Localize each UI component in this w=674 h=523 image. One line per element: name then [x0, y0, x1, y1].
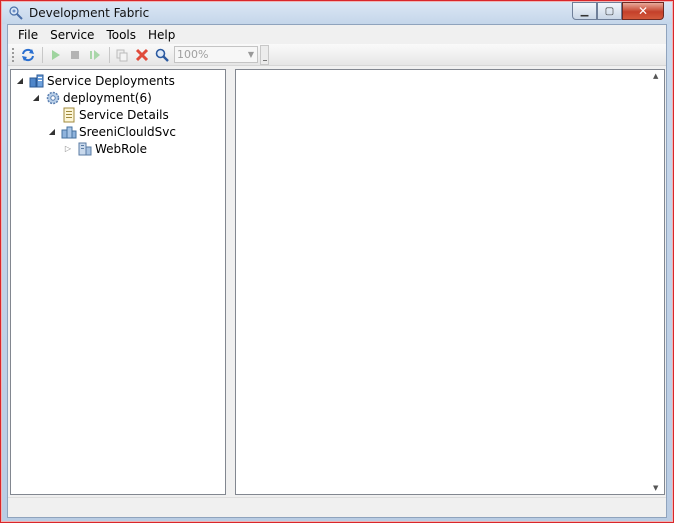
tree-label: Service Deployments	[47, 73, 175, 88]
stop-button[interactable]	[66, 46, 84, 64]
app-window: Development Fabric ▁ ▢ ✕ File Service To…	[0, 0, 674, 523]
toolbar-separator	[42, 46, 43, 63]
minimize-button[interactable]: ▁	[572, 2, 597, 20]
service-tree[interactable]: ◢ Service Deployments ◢ deployment(6) Se…	[10, 69, 226, 495]
zoom-icon	[155, 48, 169, 62]
refresh-button[interactable]	[19, 46, 37, 64]
stop-icon	[71, 50, 79, 59]
zoom-combobox[interactable]: 100% ▼	[174, 46, 258, 63]
title-bar[interactable]: Development Fabric ▁ ▢ ✕	[2, 2, 672, 24]
development-fabric-app-icon	[9, 6, 23, 20]
menu-help[interactable]: Help	[142, 27, 181, 43]
tree-label: WebRole	[95, 141, 148, 156]
toolbar-overflow-button[interactable]	[260, 44, 269, 65]
expander-expanded-icon[interactable]: ◢	[31, 93, 41, 102]
delete-button[interactable]	[133, 46, 151, 64]
menu-bar: File Service Tools Help	[8, 25, 666, 44]
restart-icon	[90, 49, 100, 60]
expander-expanded-icon[interactable]: ◢	[47, 127, 57, 136]
maximize-icon: ▢	[604, 5, 615, 17]
tree-node-deployment[interactable]: ◢ deployment(6)	[31, 89, 152, 106]
toolbar: 100% ▼	[8, 44, 666, 66]
caption-buttons: ▁ ▢ ✕	[572, 2, 664, 20]
copy-button[interactable]	[113, 46, 131, 64]
web-role-icon	[78, 142, 92, 155]
scroll-down-icon[interactable]: ▼	[653, 484, 658, 492]
document-icon	[63, 107, 75, 122]
tree-node-service-details[interactable]: Service Details	[57, 106, 169, 123]
tree-node-service-deployments[interactable]: ◢ Service Deployments	[15, 72, 175, 89]
cloud-service-icon	[61, 126, 77, 138]
zoom-button[interactable]	[153, 46, 171, 64]
status-bar	[8, 497, 666, 517]
restart-button[interactable]	[86, 46, 104, 64]
close-button[interactable]: ✕	[622, 2, 664, 20]
toolbar-grip[interactable]	[12, 47, 15, 62]
scroll-up-icon[interactable]: ▲	[653, 72, 658, 80]
vertical-scrollbar[interactable]: ▲ ▼	[650, 70, 664, 494]
detail-pane[interactable]: ▲ ▼	[235, 69, 665, 495]
refresh-icon	[22, 48, 34, 61]
deployment-gear-icon	[46, 91, 60, 104]
client-area: File Service Tools Help 100% ▼ ◢ Service…	[7, 24, 667, 518]
delete-icon	[135, 48, 149, 61]
tree-label: SreeniClouldSvc	[79, 124, 176, 139]
menu-file[interactable]: File	[12, 27, 44, 43]
tree-label: Service Details	[79, 107, 169, 122]
close-icon: ✕	[637, 4, 649, 18]
copy-icon	[116, 49, 128, 61]
tree-node-web-role[interactable]: ▷ WebRole	[63, 140, 147, 157]
menu-tools[interactable]: Tools	[100, 27, 142, 43]
minimize-icon: ▁	[580, 5, 589, 17]
tree-node-cloud-service[interactable]: ◢ SreeniClouldSvc	[47, 123, 176, 140]
expander-collapsed-icon[interactable]: ▷	[63, 144, 73, 153]
run-icon	[52, 49, 60, 60]
run-button[interactable]	[46, 46, 64, 64]
zoom-value: 100%	[177, 48, 209, 61]
expander-expanded-icon[interactable]: ◢	[15, 76, 25, 85]
maximize-button[interactable]: ▢	[597, 2, 622, 20]
tree-label: deployment(6)	[63, 90, 152, 105]
window-title: Development Fabric	[29, 6, 150, 20]
menu-service[interactable]: Service	[44, 27, 100, 43]
service-deployments-icon	[29, 74, 44, 87]
toolbar-separator	[109, 46, 110, 63]
chevron-down-icon[interactable]: ▼	[248, 47, 254, 62]
